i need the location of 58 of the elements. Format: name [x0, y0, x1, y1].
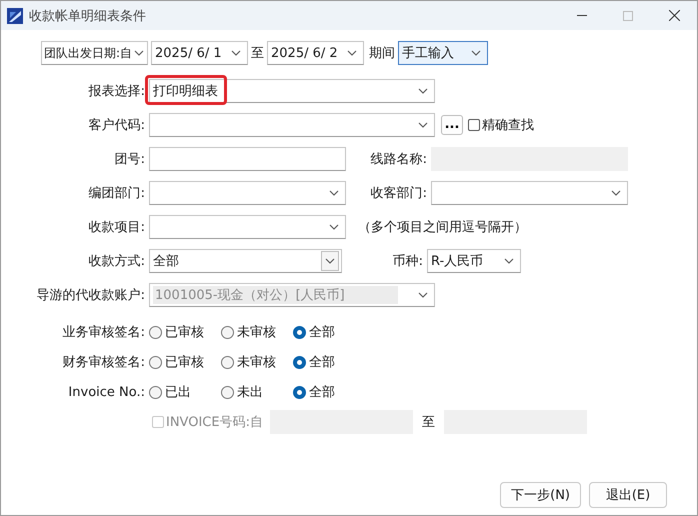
exact-search-checkbox[interactable]: 精确查找 [468, 116, 534, 134]
chevron-icon [134, 50, 144, 56]
field-label: 币种: [392, 253, 424, 270]
date-picker[interactable]: 2025/ 6/ 2 [267, 41, 364, 65]
chevron-icon [329, 190, 339, 196]
field-label: Invoice No.: [67, 384, 146, 400]
hint-text: （多个项目之间用逗号隔开） [358, 219, 527, 236]
dialog-button[interactable]: 退出(E) [589, 482, 667, 508]
chevron-icon [347, 50, 357, 56]
combo-box[interactable] [149, 215, 346, 239]
combo-box[interactable] [149, 181, 346, 205]
separator-label: 至 [251, 45, 264, 62]
field-label: 导游的代收款账户: [36, 287, 146, 304]
chevron-icon [418, 88, 428, 94]
field-label: 业务审核签名: [62, 324, 146, 341]
field-label: 财务审核签名: [62, 354, 146, 371]
chevron-icon [504, 258, 514, 264]
chevron-icon [325, 258, 335, 264]
combo-box[interactable]: 手工输入 [398, 41, 488, 65]
chevron-icon [329, 224, 339, 230]
field-label: 收款项目: [88, 219, 146, 236]
text-field[interactable] [149, 147, 346, 171]
radio-option[interactable]: 已审核 [149, 323, 221, 341]
combo-box[interactable]: R-人民币 [427, 249, 521, 273]
chevron-icon [611, 190, 621, 196]
separator-label: 至 [422, 414, 435, 431]
radio-option[interactable]: 全部 [293, 353, 365, 371]
combo-box[interactable]: 团队出发日期:自 [41, 41, 148, 65]
chevron-icon [471, 50, 481, 56]
dialog-button[interactable]: 下一步(N) [500, 482, 581, 508]
field-label: 收客部门: [370, 185, 428, 202]
app-icon [7, 8, 23, 24]
combo-box[interactable]: 全部 [149, 249, 342, 273]
field-label: 收款方式: [88, 253, 146, 270]
radio-option[interactable]: 未出 [221, 383, 293, 401]
combo-box[interactable] [149, 113, 435, 137]
radio-option[interactable]: 已审核 [149, 353, 221, 371]
chevron-icon [231, 50, 241, 56]
window-title: 收款帐单明细表条件 [29, 8, 147, 24]
radio-option[interactable]: 未审核 [221, 323, 293, 341]
field-label: 客户代码: [88, 117, 146, 134]
field-label: 编团部门: [88, 185, 146, 202]
field-label: 线路名称: [370, 151, 428, 168]
close-icon [668, 10, 680, 21]
field-label: 团号: [114, 151, 146, 168]
radio-option[interactable]: 已出 [149, 383, 221, 401]
radio-option[interactable]: 全部 [293, 383, 365, 401]
field-label: 报表选择: [88, 83, 146, 100]
chevron-icon [418, 292, 428, 298]
combo-box[interactable] [431, 181, 628, 205]
minimize-icon [577, 14, 587, 16]
chevron-icon [418, 122, 428, 128]
date-picker[interactable]: 2025/ 6/ 1 [151, 41, 248, 65]
radio-option[interactable]: 全部 [293, 323, 365, 341]
radio-option[interactable]: 未审核 [221, 353, 293, 371]
maximize-icon [623, 10, 633, 20]
browse-button[interactable]: ... [441, 115, 463, 135]
period-label: 期间 [369, 45, 395, 62]
